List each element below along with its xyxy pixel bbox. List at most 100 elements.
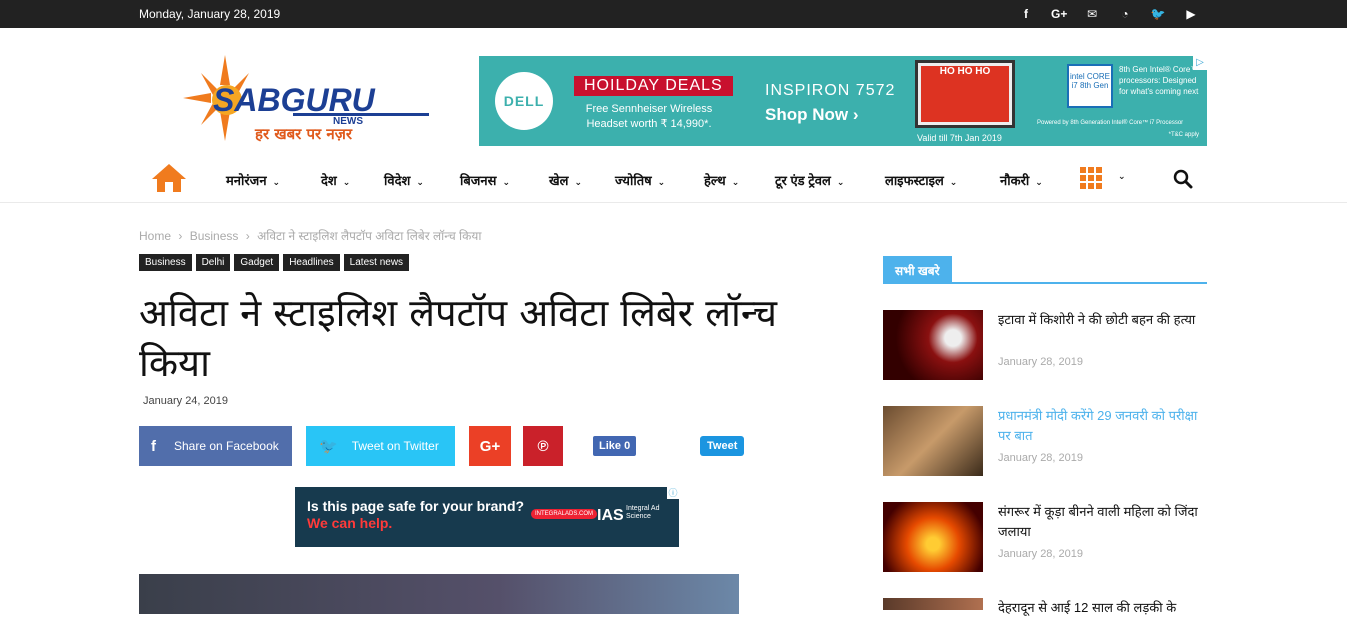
ad-model: INSPIRON 7572 bbox=[765, 82, 896, 99]
chevron-down-icon: ⌄ bbox=[836, 177, 845, 187]
facebook-like-button[interactable]: Like 0 bbox=[593, 436, 637, 456]
chevron-down-icon[interactable]: ⌄ bbox=[1118, 171, 1126, 182]
adchoices-icon[interactable]: ▷ bbox=[1193, 56, 1207, 70]
rss-icon[interactable]: ◔ bbox=[1117, 5, 1133, 23]
nav-item-travel[interactable]: टूर एंड ट्रेवल ⌄ bbox=[775, 171, 844, 189]
sidebar-heading: सभी खबरे bbox=[883, 256, 1207, 284]
ad-question: Is this page safe for your brand? bbox=[307, 498, 525, 514]
more-menu-icon[interactable] bbox=[1080, 167, 1104, 189]
chevron-down-icon: ⌄ bbox=[657, 177, 666, 187]
category-tags: Business Delhi Gadget Headlines Latest n… bbox=[139, 254, 410, 271]
category-tag[interactable]: Business bbox=[139, 254, 192, 271]
twitter-icon: 🐦 bbox=[319, 438, 338, 455]
google-plus-icon: G+ bbox=[479, 437, 501, 455]
facebook-icon: f bbox=[151, 437, 156, 455]
breadcrumb-separator: › bbox=[178, 229, 183, 243]
main-nav: मनोरंजन ⌄ देश ⌄ विदेश ⌄ बिजनस ⌄ खेल ⌄ ज्योतिष… bbox=[0, 155, 1347, 203]
youtube-icon[interactable]: ▶ bbox=[1183, 5, 1199, 23]
share-twitter-button[interactable]: 🐦 Tweet on Twitter bbox=[306, 426, 455, 466]
nav-item-business[interactable]: बिजनस ⌄ bbox=[460, 171, 510, 189]
chevron-down-icon: ⌄ bbox=[502, 177, 510, 187]
adchoices-icon[interactable]: ⓘ bbox=[667, 487, 679, 499]
news-title[interactable]: संगरूर में कूड़ा बीनने वाली महिला को जिं… bbox=[998, 502, 1208, 542]
nav-item-sports[interactable]: खेल ⌄ bbox=[549, 171, 582, 189]
category-tag[interactable]: Latest news bbox=[343, 254, 410, 271]
chevron-down-icon: ⌄ bbox=[574, 177, 582, 187]
mail-icon[interactable]: ✉ bbox=[1084, 5, 1100, 23]
facebook-icon[interactable]: f bbox=[1018, 5, 1034, 23]
ad-deal-label: HOILDAY DEALS bbox=[574, 76, 733, 96]
news-thumbnail[interactable] bbox=[883, 502, 983, 572]
google-plus-icon[interactable]: G+ bbox=[1051, 5, 1067, 23]
logo-graphic: SABGURU NEWS हर खबर पर नज़र bbox=[183, 55, 429, 143]
breadcrumb-section[interactable]: Business bbox=[190, 229, 239, 243]
chevron-down-icon: ⌄ bbox=[1035, 177, 1043, 187]
news-title[interactable]: इटावा में किशोरी ने की छोटी बहन की हत्या bbox=[998, 310, 1208, 330]
category-tag[interactable]: Headlines bbox=[283, 254, 340, 271]
ad-valid-text: Valid till 7th Jan 2019 bbox=[917, 133, 1002, 143]
breadcrumb-separator: › bbox=[245, 229, 250, 243]
breadcrumb: Home › Business › अविटा ने स्टाइलिश लैपट… bbox=[139, 227, 485, 244]
article-date: January 24, 2019 bbox=[143, 395, 229, 407]
chevron-down-icon: ⌄ bbox=[342, 177, 351, 187]
home-icon[interactable] bbox=[151, 163, 187, 193]
share-twitter-label: Tweet on Twitter bbox=[351, 439, 439, 453]
site-logo[interactable]: SABGURU NEWS हर खबर पर नज़र bbox=[183, 55, 433, 147]
logo-tagline: हर खबर पर नज़र bbox=[254, 125, 353, 143]
breadcrumb-current: अविटा ने स्टाइलिश लैपटॉप अविटा लिबेर लॉन… bbox=[257, 229, 482, 243]
chevron-down-icon: ⌄ bbox=[416, 177, 424, 187]
chevron-down-icon: ⌄ bbox=[731, 177, 740, 187]
laptop-screen-text: HO HO HO bbox=[921, 66, 1009, 122]
news-thumbnail[interactable] bbox=[883, 598, 983, 610]
ias-logo: IAS bbox=[597, 507, 624, 524]
ias-logo-sub: Integral Ad Science bbox=[626, 505, 660, 520]
intel-badge: intel CORE i7 8th Gen bbox=[1067, 64, 1113, 108]
laptop-image: HO HO HO bbox=[915, 60, 1015, 128]
nav-item-health[interactable]: हेल्थ ⌄ bbox=[704, 171, 739, 189]
nav-item-world[interactable]: विदेश ⌄ bbox=[384, 171, 424, 189]
search-icon[interactable] bbox=[1173, 169, 1193, 189]
pinterest-icon: ℗ bbox=[537, 437, 549, 455]
ad-deal-subtext: Free Sennheiser Wireless Headset worth ₹… bbox=[585, 103, 713, 130]
category-tag[interactable]: Delhi bbox=[195, 254, 231, 271]
share-pinterest-button[interactable]: ℗ bbox=[523, 426, 563, 466]
nav-item-country[interactable]: देश ⌄ bbox=[321, 171, 350, 189]
dell-logo: DELL bbox=[495, 72, 553, 130]
news-thumbnail[interactable] bbox=[883, 310, 983, 380]
intel-text: 8th Gen Intel® Core™ processors: Designe… bbox=[1119, 65, 1199, 96]
sidebar-news-item[interactable]: इटावा में किशोरी ने की छोटी बहन की हत्या… bbox=[883, 310, 1207, 380]
sidebar-news-item[interactable]: देहरादून से आई 12 साल की लड़की के bbox=[883, 598, 1207, 615]
nav-item-jobs[interactable]: नौकरी ⌄ bbox=[1000, 171, 1043, 189]
twitter-icon[interactable]: 🐦 bbox=[1150, 5, 1166, 23]
news-thumbnail[interactable] bbox=[883, 406, 983, 476]
share-facebook-button[interactable]: f Share on Facebook bbox=[139, 426, 292, 466]
sidebar-news-item[interactable]: संगरूर में कूड़ा बीनने वाली महिला को जिं… bbox=[883, 502, 1207, 572]
share-google-plus-button[interactable]: G+ bbox=[469, 426, 511, 466]
nav-item-entertainment[interactable]: मनोरंजन ⌄ bbox=[226, 171, 280, 189]
current-date: Monday, January 28, 2019 bbox=[139, 7, 281, 21]
social-links: f G+ ✉ ◔ 🐦 ▶ bbox=[1018, 5, 1199, 23]
tweet-button[interactable]: Tweet bbox=[700, 436, 745, 456]
ad-help: We can help. bbox=[307, 515, 393, 531]
category-tag[interactable]: Gadget bbox=[234, 254, 280, 271]
chevron-down-icon: ⌄ bbox=[949, 177, 958, 187]
article-title: अविटा ने स्टाइलिश लैपटॉप अविटा लिबेर लॉन… bbox=[139, 291, 778, 385]
breadcrumb-home[interactable]: Home bbox=[139, 229, 171, 243]
news-title[interactable]: देहरादून से आई 12 साल की लड़की के bbox=[998, 598, 1208, 618]
ad-shop-now[interactable]: Shop Now › bbox=[765, 105, 858, 125]
nav-item-astrology[interactable]: ज्योतिष ⌄ bbox=[615, 171, 665, 189]
ad-tc: *T&C apply bbox=[1168, 132, 1199, 138]
inline-ad-banner[interactable]: Is this page safe for your brand? We can… bbox=[295, 487, 679, 547]
share-facebook-label: Share on Facebook bbox=[174, 439, 279, 453]
news-title[interactable]: प्रधानमंत्री मोदी करेंगे 29 जनवरी को परी… bbox=[998, 406, 1208, 446]
sidebar-heading-label: सभी खबरे bbox=[883, 256, 952, 282]
article-hero-image bbox=[139, 574, 739, 614]
chevron-down-icon: ⌄ bbox=[272, 177, 281, 187]
sidebar-news-item[interactable]: प्रधानमंत्री मोदी करेंगे 29 जनवरी को परी… bbox=[883, 406, 1207, 476]
news-date: January 28, 2019 bbox=[998, 548, 1084, 560]
news-date: January 28, 2019 bbox=[998, 452, 1084, 464]
ad-pill: INTEGRALADS.COM bbox=[531, 509, 598, 519]
header-ad-banner[interactable]: DELL HOILDAY DEALS Free Sennheiser Wirel… bbox=[479, 56, 1207, 146]
top-bar: Monday, January 28, 2019 f G+ ✉ ◔ 🐦 ▶ bbox=[0, 0, 1347, 28]
nav-item-lifestyle[interactable]: लाइफस्टाइल ⌄ bbox=[885, 171, 957, 189]
